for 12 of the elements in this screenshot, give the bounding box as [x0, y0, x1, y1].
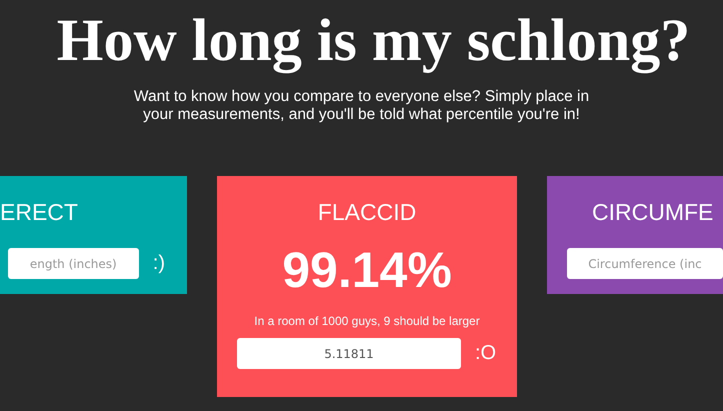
- card-title: ERECT: [0, 198, 78, 226]
- input-field[interactable]: 5.11811: [237, 338, 461, 369]
- page-heading: How long is my schlong?: [56, 6, 692, 76]
- percentile-note: In a room of 1000 guys, 9 should be larger: [254, 314, 480, 328]
- card-title: CIRCUMFE: [591, 198, 714, 226]
- emoticon: :): [152, 252, 165, 275]
- input-field[interactable]: Circumference (inc: [567, 248, 723, 279]
- emoticon: :O: [475, 342, 496, 365]
- intro-text: Want to know how you compare to everyone else? Simply place in your measurements, and you'll be told what percentile you're in!: [132, 88, 590, 124]
- percentile-value: 99.14%: [282, 241, 452, 300]
- card-title: FLACCID: [318, 198, 416, 226]
- input-field[interactable]: ength (inches): [8, 248, 139, 279]
